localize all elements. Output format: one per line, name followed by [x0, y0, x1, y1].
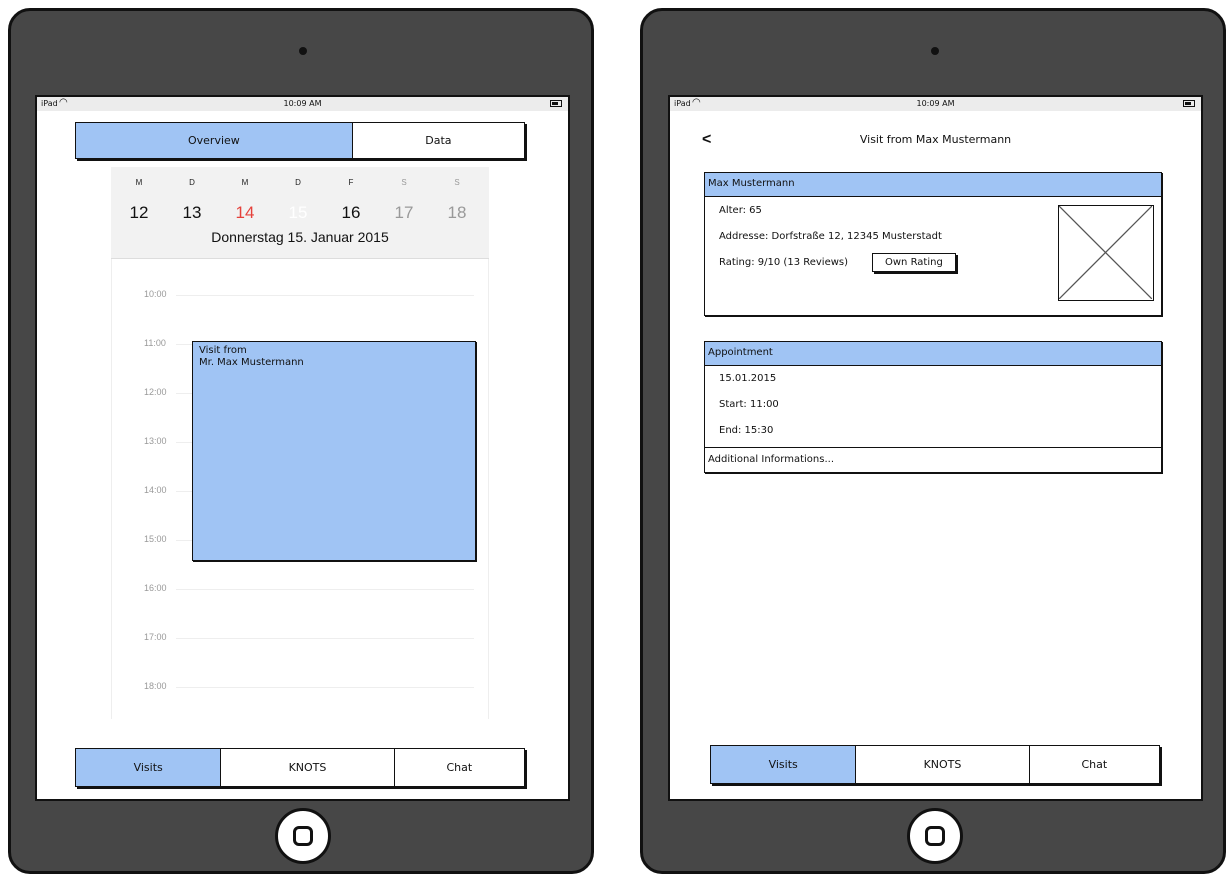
- selected-date-label: Donnerstag 15. Januar 2015: [211, 229, 389, 245]
- weekday-label: S: [454, 178, 460, 187]
- week-strip: M D M D F S S 12 13 14 15 16 17 18 Donne…: [111, 167, 489, 259]
- home-button[interactable]: [275, 808, 331, 864]
- appointment-end: End: 15:30: [719, 425, 774, 436]
- bottom-tab-bar: Visits KNOTS Chat: [710, 745, 1160, 784]
- tab-overview[interactable]: Overview: [76, 123, 353, 158]
- event-title-line: Visit from: [199, 345, 247, 356]
- right-screen: iPad ◠ 10:09 AM < Visit from Max Musterm…: [668, 95, 1203, 801]
- weekday-label: F: [348, 178, 354, 187]
- weekday-label: M: [241, 178, 249, 187]
- day-cell-today[interactable]: 14: [225, 197, 265, 229]
- weekday-label: S: [401, 178, 407, 187]
- day-number: 16: [341, 203, 361, 222]
- weekday-label: D: [189, 178, 195, 187]
- tab-data[interactable]: Data: [353, 123, 524, 158]
- hour-label: 18:00: [144, 681, 167, 691]
- day-cell[interactable]: 18: [437, 197, 477, 229]
- tab-chat[interactable]: Chat: [395, 749, 524, 786]
- hour-label: 16:00: [144, 583, 167, 593]
- day-number: 17: [394, 203, 414, 222]
- tab-knots[interactable]: KNOTS: [221, 749, 395, 786]
- hour-line: [176, 295, 474, 296]
- person-name-header: Max Mustermann: [705, 173, 1161, 197]
- hour-label: 11:00: [144, 338, 166, 348]
- tab-chat[interactable]: Chat: [1030, 746, 1159, 783]
- day-number: 18: [447, 203, 467, 222]
- day-number: 12: [129, 203, 149, 222]
- hour-label: 17:00: [144, 632, 167, 642]
- appointment-start: Start: 11:00: [719, 399, 779, 410]
- hour-row: 10:00: [112, 289, 488, 299]
- hour-label: 10:00: [144, 289, 167, 299]
- person-rating: Rating: 9/10 (13 Reviews): [719, 257, 849, 268]
- day-cell[interactable]: 17: [384, 197, 424, 229]
- day-cell[interactable]: 12: [119, 197, 159, 229]
- tab-visits[interactable]: Visits: [76, 749, 222, 786]
- day-cell-selected[interactable]: 15: [278, 196, 318, 230]
- hour-label: 12:00: [144, 387, 167, 397]
- left-screen: iPad ◠ 10:09 AM Overview Data M D M D F …: [35, 95, 570, 801]
- camera-icon: [931, 47, 939, 55]
- hour-line: [176, 687, 474, 688]
- status-time: 10:09 AM: [283, 99, 322, 108]
- image-placeholder-icon: [1059, 206, 1152, 299]
- additional-info-link[interactable]: Additional Informations...: [705, 447, 1161, 472]
- weekday-label: M: [135, 178, 143, 187]
- top-segmented-control: Overview Data: [75, 122, 525, 159]
- hour-label: 13:00: [144, 436, 167, 446]
- weekday-label: D: [295, 178, 301, 187]
- own-rating-button[interactable]: Own Rating: [872, 253, 956, 272]
- appointment-card: Appointment 15.01.2015 Start: 11:00 End:…: [704, 341, 1162, 473]
- status-bar: iPad ◠ 10:09 AM: [37, 97, 568, 111]
- hour-row: 16:00: [112, 583, 488, 593]
- person-card: Max Mustermann Alter: 65 Addresse: Dorfs…: [704, 172, 1162, 316]
- calendar-event[interactable]: Visit from Mr. Max Mustermann: [192, 341, 476, 561]
- day-number: 13: [182, 203, 202, 222]
- home-square-icon: [925, 826, 945, 846]
- profile-image-placeholder: [1058, 205, 1154, 301]
- status-time: 10:09 AM: [916, 99, 955, 108]
- hour-label: 14:00: [144, 485, 167, 495]
- hour-row: 17:00: [112, 632, 488, 642]
- day-number: 14: [235, 203, 255, 222]
- day-number: 15: [288, 203, 308, 222]
- day-timeline[interactable]: 10:00 11:00 12:00 13:00 14:00 15:00 16:0…: [111, 259, 489, 719]
- status-bar: iPad ◠ 10:09 AM: [670, 97, 1201, 111]
- battery-icon: [550, 100, 562, 107]
- person-address: Addresse: Dorfstraße 12, 12345 Mustersta…: [719, 231, 942, 242]
- hour-label: 15:00: [144, 534, 167, 544]
- hour-line: [176, 638, 474, 639]
- hour-line: [176, 589, 474, 590]
- tab-knots[interactable]: KNOTS: [856, 746, 1030, 783]
- camera-icon: [299, 47, 307, 55]
- appointment-header: Appointment: [705, 342, 1161, 366]
- right-ipad-frame: iPad ◠ 10:09 AM < Visit from Max Musterm…: [640, 8, 1226, 874]
- bottom-tab-bar: Visits KNOTS Chat: [75, 748, 525, 787]
- hour-row: 18:00: [112, 681, 488, 691]
- home-square-icon: [293, 826, 313, 846]
- event-title-line: Mr. Max Mustermann: [199, 357, 304, 368]
- day-cell[interactable]: 13: [172, 197, 212, 229]
- appointment-date: 15.01.2015: [719, 373, 777, 384]
- person-age: Alter: 65: [719, 205, 762, 216]
- home-button[interactable]: [907, 808, 963, 864]
- day-cell[interactable]: 16: [331, 197, 371, 229]
- left-ipad-frame: iPad ◠ 10:09 AM Overview Data M D M D F …: [8, 8, 594, 874]
- battery-icon: [1183, 100, 1195, 107]
- page-title: Visit from Max Mustermann: [859, 133, 1012, 146]
- tab-visits[interactable]: Visits: [711, 746, 857, 783]
